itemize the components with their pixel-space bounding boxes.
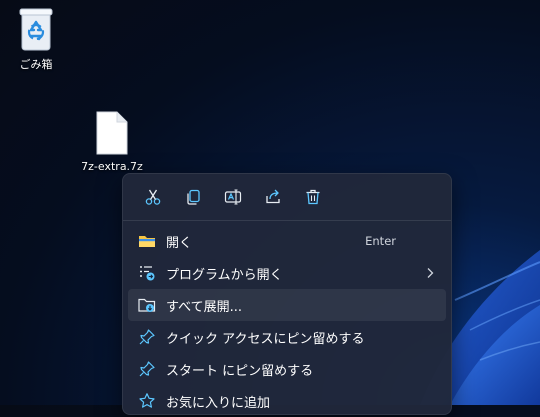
cut-icon	[145, 189, 161, 205]
chevron-right-icon	[427, 268, 434, 278]
desktop-icon-recycle-bin[interactable]: ごみ箱	[0, 6, 74, 72]
file-label: 7z-extra.7z	[81, 160, 143, 173]
share-button[interactable]	[253, 181, 293, 213]
rename-icon	[224, 189, 242, 205]
menu-item-label: スタート にピン留めする	[166, 363, 314, 379]
pin-icon	[137, 327, 157, 347]
menu-item-open-with[interactable]: プログラムから開く	[128, 257, 446, 289]
menu-item-accelerator: Enter	[365, 234, 396, 248]
menu-item-label: お気に入りに追加	[166, 395, 271, 411]
menu-item-add-favorites[interactable]: お気に入りに追加	[128, 385, 446, 417]
copy-icon	[187, 189, 200, 205]
delete-button[interactable]	[293, 181, 333, 213]
context-menu-toolbar	[123, 174, 451, 220]
recycle-bin-label: ごみ箱	[19, 58, 53, 71]
menu-item-extract-all[interactable]: すべて展開...	[128, 289, 446, 321]
menu-item-pin-start[interactable]: スタート にピン留めする	[128, 353, 446, 385]
copy-button[interactable]	[173, 181, 213, 213]
desktop-icon-file[interactable]: 7z-extra.7z	[74, 110, 150, 173]
menu-item-label: クイック アクセスにピン留めする	[166, 331, 365, 347]
menu-divider	[123, 220, 451, 221]
share-icon	[266, 189, 280, 204]
star-icon	[137, 391, 157, 411]
extract-all-icon	[137, 295, 157, 315]
menu-item-label: プログラムから開く	[166, 267, 283, 283]
recycle-bin-icon	[19, 8, 53, 51]
open-with-icon	[137, 263, 157, 283]
pin-icon	[137, 359, 157, 379]
menu-item-open[interactable]: 開く Enter	[128, 225, 446, 257]
delete-icon	[306, 189, 320, 205]
menu-item-pin-quick-access[interactable]: クイック アクセスにピン留めする	[128, 321, 446, 353]
cut-button[interactable]	[133, 181, 173, 213]
file-icon	[96, 111, 128, 155]
context-menu: 開く Enter プログラムから開く すべて展開... クイック アクセスにピン…	[122, 173, 452, 415]
menu-item-label: 開く	[166, 235, 193, 251]
folder-open-icon	[137, 231, 157, 251]
menu-item-label: すべて展開...	[166, 299, 242, 315]
rename-button[interactable]	[213, 181, 253, 213]
